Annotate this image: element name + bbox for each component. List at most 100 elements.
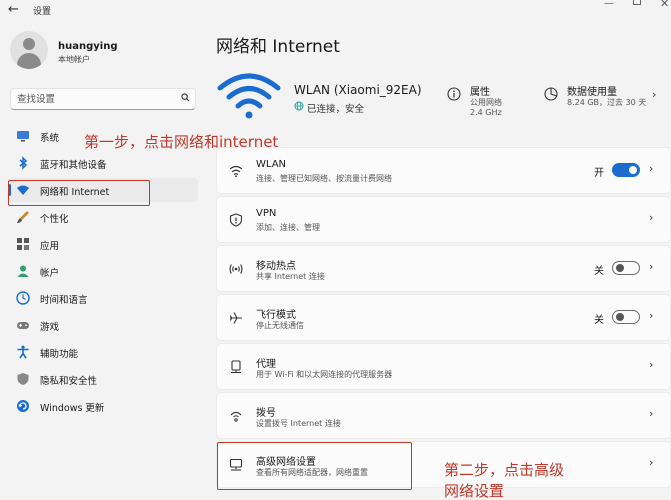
search-input[interactable] <box>17 92 167 106</box>
airplane-icon <box>229 312 242 324</box>
properties-title[interactable]: 属性 <box>470 83 490 98</box>
annotation-step-1: 第一步，点击网络和internet <box>84 133 279 151</box>
toggle-knob <box>616 313 624 321</box>
proxy-icon <box>231 360 241 374</box>
avatar-body <box>17 53 41 69</box>
clock-globe-icon <box>16 291 30 305</box>
toggle-label: 关 <box>594 315 604 326</box>
chevron-right-icon[interactable]: › <box>649 407 653 420</box>
sidebar-item-gaming[interactable]: 游戏 <box>8 313 198 337</box>
annotation-highlight-advanced <box>217 442 412 490</box>
sidebar-item-label: 帐户 <box>40 268 60 279</box>
card-subtitle: 用于 Wi-Fi 和以太网连接的代理服务器 <box>256 370 393 379</box>
maximize-button[interactable] <box>633 0 641 5</box>
monitor-icon <box>17 131 29 142</box>
globe-icon <box>294 101 304 111</box>
chevron-right-icon[interactable]: › <box>649 162 653 175</box>
sidebar-item-personalization[interactable]: 个性化 <box>8 205 198 229</box>
chevron-right-icon[interactable]: › <box>649 211 653 224</box>
connected-ssid: WLAN (Xiaomi_92EA) <box>294 83 422 97</box>
close-button[interactable]: ✕ <box>660 0 669 10</box>
user-name: huangying <box>58 41 118 52</box>
person-icon <box>17 265 29 277</box>
app-title: 设置 <box>33 7 52 17</box>
card-title: VPN <box>256 208 277 219</box>
apps-icon <box>17 238 29 250</box>
properties-band: 2.4 GHz <box>470 108 502 117</box>
chevron-right-icon[interactable]: › <box>649 456 653 469</box>
sidebar-item-label: Windows 更新 <box>40 403 105 414</box>
sidebar-item-time-language[interactable]: 时间和语言 <box>8 286 198 310</box>
user-account-type: 本地帐户 <box>58 55 90 64</box>
annotation-step-2-line-1: 第二步，点击高级 <box>444 461 565 479</box>
wifi-icon <box>229 165 243 178</box>
connection-status: 已连接，安全 <box>307 104 365 115</box>
annotation-highlight-network <box>8 180 150 206</box>
toggle-knob <box>629 166 637 174</box>
wifi-large-icon <box>217 73 281 119</box>
card-airplane-mode[interactable]: 飞行模式 停止无线通信 关 › <box>216 294 671 341</box>
vpn-shield-icon <box>229 213 243 227</box>
data-usage-title[interactable]: 数据使用量 <box>567 83 617 98</box>
sidebar-item-label: 游戏 <box>40 322 60 333</box>
back-arrow-icon[interactable]: ← <box>8 2 19 17</box>
card-title: 移动热点 <box>256 261 296 272</box>
hotspot-icon <box>229 264 243 274</box>
card-dial-up[interactable]: 拨号 设置拨号 Internet 连接 › <box>216 392 671 439</box>
card-wlan[interactable]: WLAN 连接、管理已知网络、按流量计费网络 开 › <box>216 147 671 194</box>
accessibility-icon <box>17 345 29 359</box>
info-icon[interactable] <box>447 87 461 101</box>
data-usage-icon[interactable] <box>544 87 558 101</box>
sidebar-item-bluetooth[interactable]: 蓝牙和其他设备 <box>8 151 198 175</box>
card-subtitle: 连接、管理已知网络、按流量计费网络 <box>256 174 392 183</box>
card-title: 代理 <box>256 359 276 370</box>
chevron-right-icon[interactable]: › <box>649 309 653 322</box>
card-proxy[interactable]: 代理 用于 Wi-Fi 和以太网连接的代理服务器 › <box>216 343 671 390</box>
chevron-right-icon[interactable]: › <box>652 88 656 101</box>
properties-network-type: 公用网络 <box>470 98 502 107</box>
search-icon[interactable] <box>181 93 190 102</box>
wlan-toggle[interactable] <box>612 163 640 177</box>
chevron-right-icon[interactable]: › <box>649 358 653 371</box>
sidebar-item-label: 个性化 <box>40 214 69 225</box>
annotation-step-2-line-2: 网络设置 <box>444 482 505 500</box>
card-vpn[interactable]: VPN 添加、连接、管理 › <box>216 196 671 243</box>
shield-icon <box>17 373 29 385</box>
dialup-icon <box>230 411 242 422</box>
sidebar-item-label: 蓝牙和其他设备 <box>40 160 107 171</box>
card-subtitle: 添加、连接、管理 <box>256 223 320 232</box>
bluetooth-icon <box>19 156 28 170</box>
card-title: WLAN <box>256 159 287 170</box>
sidebar-item-accessibility[interactable]: 辅助功能 <box>8 340 198 364</box>
toggle-label: 开 <box>594 168 604 179</box>
toggle-knob <box>616 264 624 272</box>
brush-icon <box>17 211 29 223</box>
sidebar-item-apps[interactable]: 应用 <box>8 232 198 256</box>
card-title: 飞行模式 <box>256 310 296 321</box>
card-subtitle: 设置拨号 Internet 连接 <box>256 419 341 428</box>
search-box[interactable] <box>10 88 196 110</box>
card-mobile-hotspot[interactable]: 移动热点 共享 Internet 连接 关 › <box>216 245 671 292</box>
avatar[interactable] <box>10 31 48 69</box>
sidebar-item-label: 系统 <box>40 133 60 144</box>
sidebar-item-label: 辅助功能 <box>40 349 79 360</box>
toggle-label: 关 <box>594 266 604 277</box>
sidebar-item-accounts[interactable]: 帐户 <box>8 259 198 283</box>
card-subtitle: 停止无线通信 <box>256 321 304 330</box>
title-bar: ← 设置 — ✕ <box>0 0 671 20</box>
hotspot-toggle[interactable] <box>612 261 640 275</box>
card-title: 拨号 <box>256 408 276 419</box>
sidebar-item-label: 隐私和安全性 <box>40 376 98 387</box>
data-usage-detail: 8.24 GB，过去 30 天 <box>567 98 647 107</box>
sidebar-item-label: 应用 <box>40 241 60 252</box>
sidebar-item-privacy-security[interactable]: 隐私和安全性 <box>8 367 198 391</box>
airplane-toggle[interactable] <box>612 310 640 324</box>
sidebar-item-label: 时间和语言 <box>40 295 88 306</box>
gamepad-icon <box>17 322 29 329</box>
avatar-head <box>23 38 35 50</box>
minimize-button[interactable]: — <box>604 0 614 9</box>
sidebar-item-windows-update[interactable]: Windows 更新 <box>8 394 198 418</box>
chevron-right-icon[interactable]: › <box>649 260 653 273</box>
page-title: 网络和 Internet <box>216 37 340 57</box>
update-icon <box>17 400 29 412</box>
